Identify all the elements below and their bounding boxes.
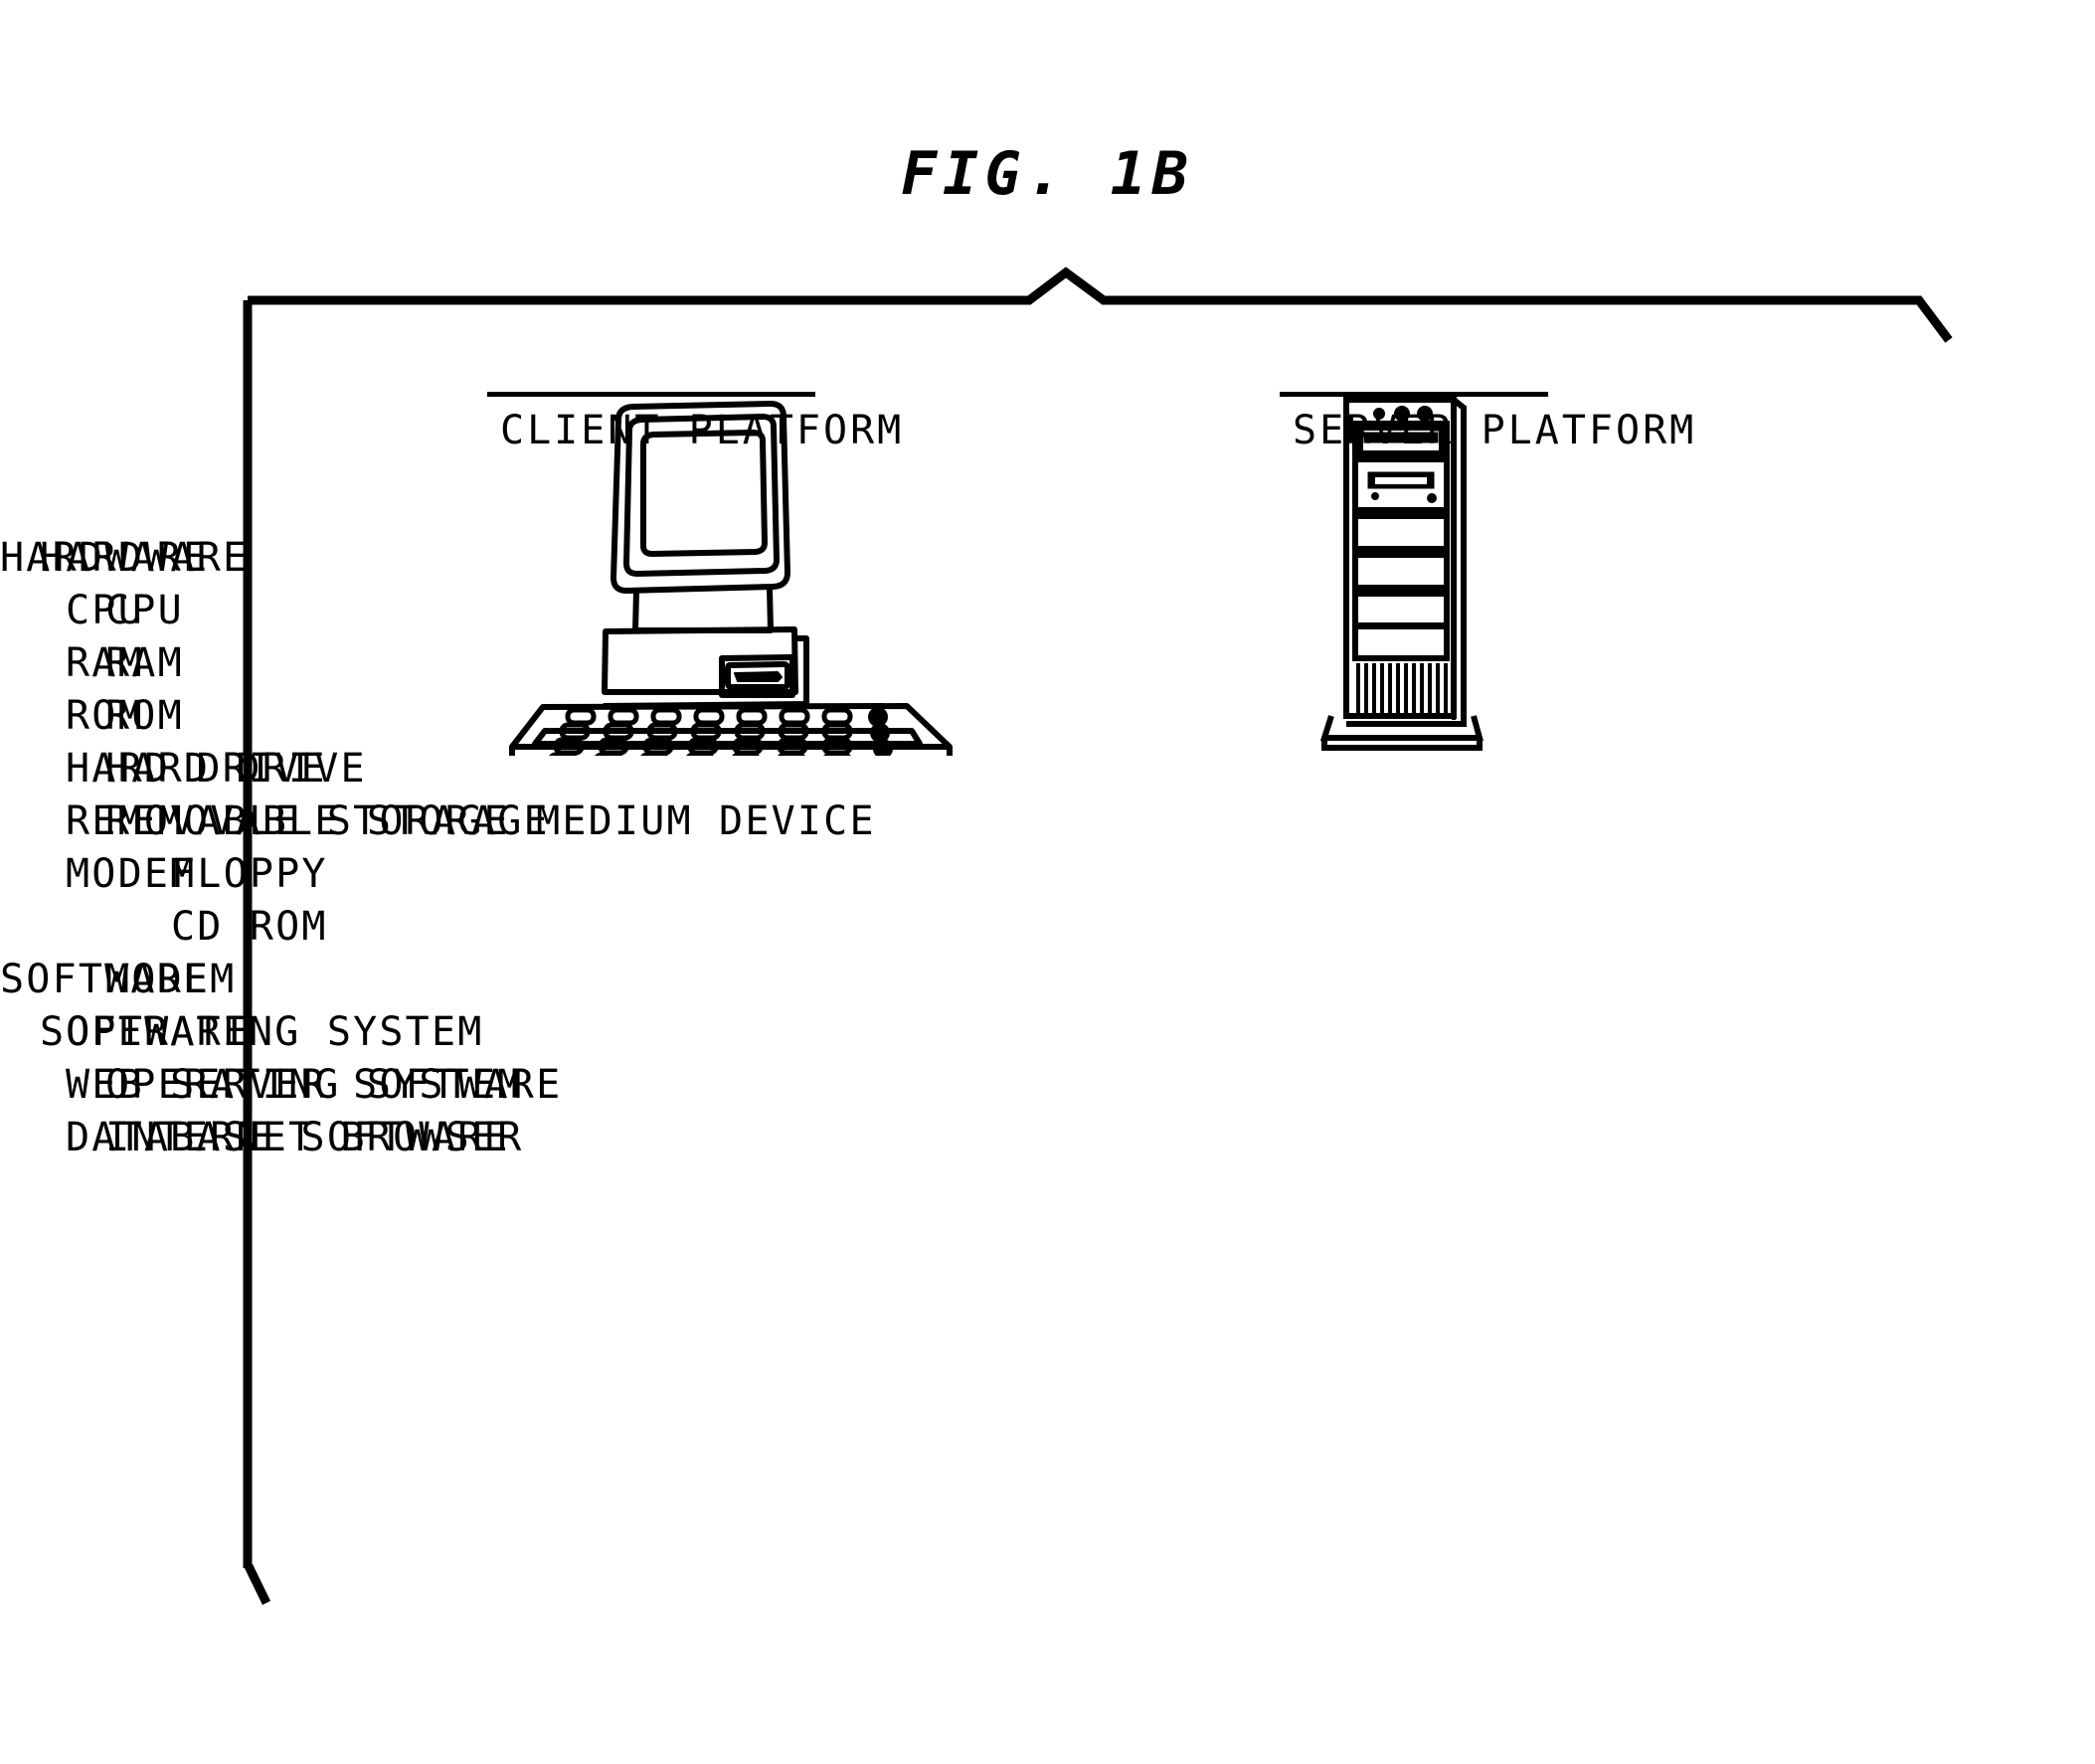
server-ground-line (1280, 392, 1548, 397)
spec-line: WEB SERVER SOFTWARE (66, 1062, 563, 1108)
figure-title: FIG. 1B (901, 139, 1194, 209)
server-platform-label: SERVER PLATFORM (1293, 408, 1697, 453)
spec-line-blank (0, 901, 876, 954)
spec-line: HARD DRIVE (66, 746, 327, 792)
spec-line: CPU (66, 588, 144, 633)
spec-line: MODEM (66, 851, 197, 897)
spec-line: RAM (66, 640, 144, 686)
spec-line: HARDWARE (0, 535, 210, 581)
server-spec-list: HARDWARE CPU RAM ROM HARD DRIVE REMOVABLE STO… (0, 532, 876, 1164)
spec-line: ROM (66, 693, 144, 739)
client-ground-line (487, 392, 815, 397)
spec-line: DATABASE SOFTWARE (66, 1115, 510, 1160)
spec-line: SOFTWARE (0, 957, 210, 1002)
spec-line: OPERATING SYSTEM (66, 1009, 484, 1055)
client-platform-label: CLIENT PLATFORM (500, 408, 905, 453)
spec-line: REMOVABLE STORAGE MEDIUM DEVICE (66, 798, 876, 844)
